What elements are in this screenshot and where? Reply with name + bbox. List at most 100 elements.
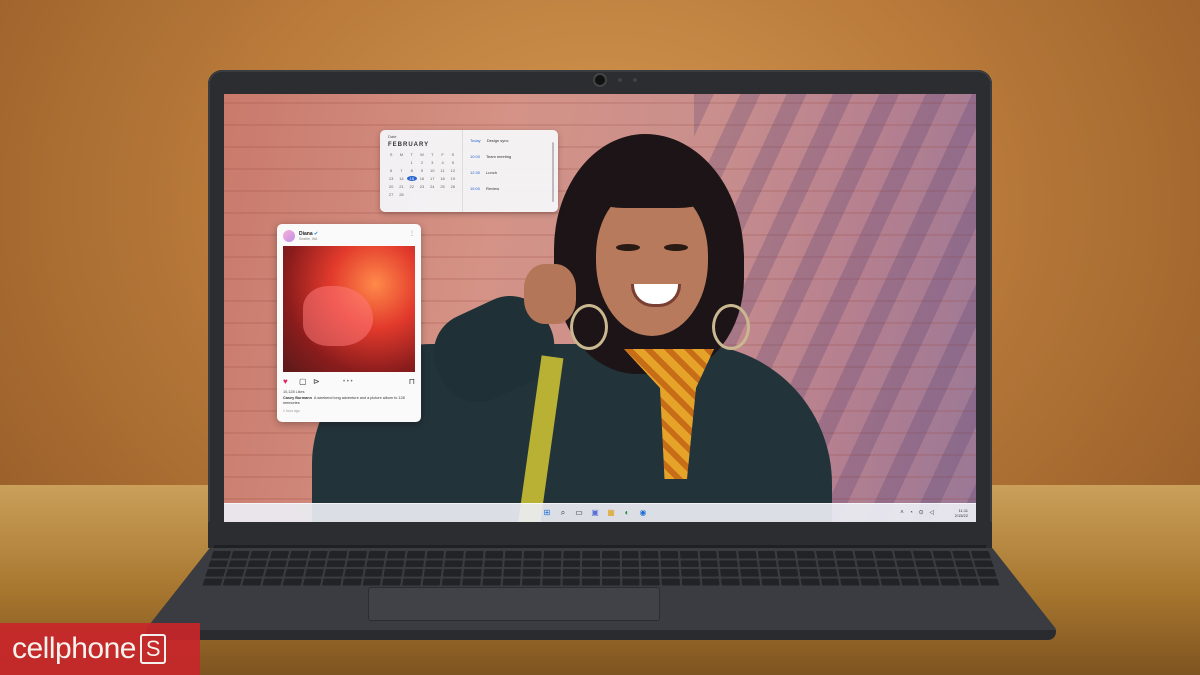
calendar-day[interactable]: 3 xyxy=(427,160,437,165)
keyboard-key xyxy=(543,551,561,558)
webcam-icon xyxy=(595,75,605,85)
calendar-weekday: S xyxy=(448,152,458,157)
social-post-window[interactable]: Diana ✔ Seattle, WA ⋮ ♥ ▢ ⊳ • • • ⊓ 10,1… xyxy=(277,224,421,422)
calendar-day[interactable]: 18 xyxy=(437,176,447,181)
calendar-day[interactable]: 20 xyxy=(386,184,396,189)
browser-icon[interactable]: ◐ xyxy=(622,508,632,518)
post-image[interactable] xyxy=(283,246,415,372)
keyboard-key xyxy=(940,578,960,585)
calendar-day[interactable]: 8 xyxy=(407,168,417,173)
calendar-day xyxy=(417,192,427,197)
brand-logo: cellphone S xyxy=(0,623,200,675)
keyboard-key xyxy=(680,551,698,558)
comment-icon[interactable]: ▢ xyxy=(299,377,307,386)
keyboard-key xyxy=(952,551,972,558)
more-menu-icon[interactable]: ⋮ xyxy=(409,230,415,237)
keyboard-key xyxy=(858,569,877,576)
keyboard-key xyxy=(422,578,441,585)
calendar-day[interactable]: 6 xyxy=(386,168,396,173)
event-title: Design sync xyxy=(487,138,509,143)
share-icon[interactable]: ⊳ xyxy=(313,377,320,386)
calendar-day[interactable]: 5 xyxy=(448,160,458,165)
wallpaper-fist xyxy=(524,264,576,324)
keyboard-key xyxy=(761,578,780,585)
keyboard-key xyxy=(935,560,955,567)
calendar-day[interactable]: 25 xyxy=(437,184,447,189)
keyboard-key xyxy=(543,569,561,576)
calendar-day[interactable]: 4 xyxy=(437,160,447,165)
keyboard-key xyxy=(602,569,620,576)
widgets-icon[interactable]: ▣ xyxy=(590,508,600,518)
keyboard-key xyxy=(502,578,520,585)
keyboard-key xyxy=(385,560,404,567)
keyboard-key xyxy=(760,569,779,576)
post-likes[interactable]: 10,128 Likes xyxy=(283,390,305,394)
task-view-icon[interactable]: ▭ xyxy=(574,508,584,518)
calendar-day[interactable]: 9 xyxy=(417,168,427,173)
caption-username[interactable]: Casey Burmann xyxy=(283,396,312,400)
calendar-day[interactable]: 11 xyxy=(437,168,447,173)
bookmark-icon[interactable]: ⊓ xyxy=(409,377,415,386)
calendar-day[interactable]: 22 xyxy=(407,184,417,189)
keyboard-key xyxy=(504,560,522,567)
keyboard-key xyxy=(661,560,679,567)
calendar-day[interactable]: 16 xyxy=(417,176,427,181)
calendar-day[interactable]: 10 xyxy=(427,168,437,173)
calendar-day[interactable]: 28 xyxy=(396,192,406,197)
calendar-day[interactable]: 15 xyxy=(407,176,417,181)
keyboard-key xyxy=(443,569,462,576)
keyboard-key xyxy=(917,569,937,576)
keyboard-key xyxy=(855,551,874,558)
calendar-day[interactable]: 21 xyxy=(396,184,406,189)
keyboard-key xyxy=(971,551,991,558)
calendar-event[interactable]: Today Design sync xyxy=(470,138,508,143)
calendar-day[interactable]: 23 xyxy=(417,184,427,189)
calendar-day[interactable]: 1 xyxy=(407,160,417,165)
calendar-scrollbar[interactable] xyxy=(552,142,554,202)
calendar-day[interactable]: 24 xyxy=(427,184,437,189)
calendar-widget[interactable]: Date FEBRUARY S M T W T F S 1 2 3 4 5 6 7 8 9 10 11 12 13 14… xyxy=(380,130,558,212)
calendar-day[interactable]: 27 xyxy=(386,192,396,197)
keyboard-key xyxy=(913,551,932,558)
calendar-day[interactable]: 7 xyxy=(396,168,406,173)
calendar-day[interactable]: 14 xyxy=(396,176,406,181)
calendar-day[interactable]: 26 xyxy=(448,184,458,189)
calendar-day[interactable]: 12 xyxy=(448,168,458,173)
keyboard-key xyxy=(367,551,386,558)
calendar-day[interactable]: 19 xyxy=(448,176,458,181)
keyboard-key xyxy=(228,560,248,567)
keyboard-key xyxy=(819,569,838,576)
calendar-day[interactable]: 17 xyxy=(427,176,437,181)
keyboard-key xyxy=(680,560,698,567)
calendar-day[interactable]: 2 xyxy=(417,160,427,165)
calendar-day xyxy=(407,192,417,197)
keyboard-key xyxy=(641,569,659,576)
windows-start-icon[interactable]: ⊞ xyxy=(542,508,552,518)
calendar-event[interactable]: 12:30 Lunch xyxy=(470,170,497,175)
avatar[interactable] xyxy=(283,230,295,242)
keyboard-key xyxy=(681,569,699,576)
calendar-event[interactable]: 10:00 Team meeting xyxy=(470,154,511,159)
keyboard-key xyxy=(543,560,561,567)
keyboard-key xyxy=(542,578,560,585)
keyboard-key xyxy=(302,578,322,585)
calendar-day[interactable]: 13 xyxy=(386,176,396,181)
file-explorer-icon[interactable]: ▦ xyxy=(606,508,616,518)
wallpaper-eye xyxy=(664,244,688,251)
keyboard-key xyxy=(757,551,775,558)
clock[interactable]: 11:11 2/15/22 xyxy=(955,508,968,518)
laptop-lid: Date FEBRUARY S M T W T F S 1 2 3 4 5 6 7 8 9 10 11 12 13 14… xyxy=(208,70,992,548)
keyboard-key xyxy=(835,551,854,558)
calendar-event[interactable]: 15:00 Review xyxy=(470,186,499,191)
search-icon[interactable]: ⌕ xyxy=(558,508,568,518)
keyboard-key xyxy=(582,569,600,576)
keyboard-key xyxy=(781,578,800,585)
store-icon[interactable]: ◉ xyxy=(638,508,648,518)
brand-s-letter: S xyxy=(140,634,166,664)
system-tray-icons[interactable]: ˄ ◔ ⊙ ◁ xyxy=(900,509,936,516)
keyboard-key xyxy=(563,551,581,558)
heart-icon[interactable]: ♥ xyxy=(283,377,288,386)
keyboard-key xyxy=(741,578,760,585)
keyboard-key xyxy=(465,551,483,558)
keyboard-key xyxy=(424,569,443,576)
